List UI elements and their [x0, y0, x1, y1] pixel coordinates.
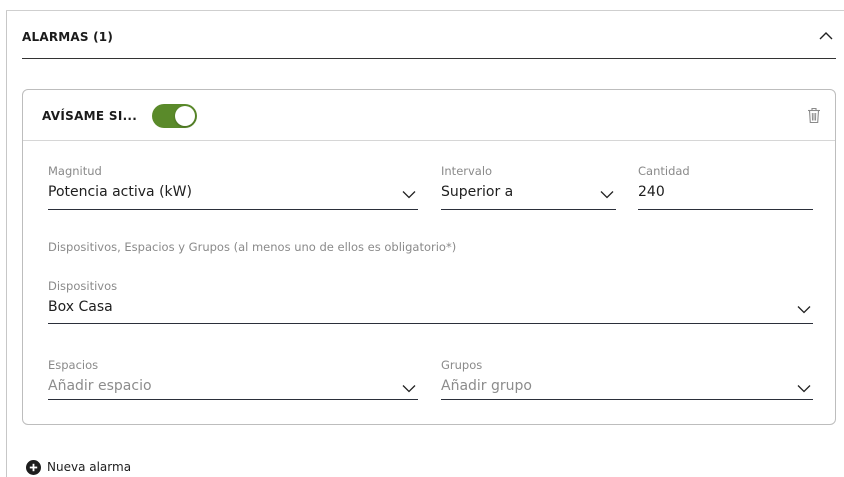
alarm-enabled-toggle[interactable]	[152, 104, 197, 128]
section-title: ALARMAS (1)	[22, 30, 114, 44]
alarms-section-header[interactable]: ALARMAS (1)	[22, 23, 836, 59]
cantidad-input[interactable]: Cantidad 240	[638, 164, 813, 210]
espacios-select[interactable]: Espacios Añadir espacio	[48, 358, 418, 400]
intervalo-underline	[441, 209, 616, 210]
chevron-down-icon[interactable]	[797, 305, 811, 314]
intervalo-value: Superior a	[441, 184, 514, 200]
panel-left-border	[6, 10, 7, 477]
chevron-down-icon[interactable]	[797, 384, 811, 393]
panel-top-border	[6, 10, 844, 11]
grupos-underline	[441, 399, 813, 400]
espacios-underline	[48, 399, 418, 400]
espacios-label: Espacios	[48, 358, 99, 372]
chevron-up-icon[interactable]	[818, 29, 834, 43]
alarms-panel: ALARMAS (1) AVÍSAME SI... Magnitud Poten…	[0, 0, 844, 477]
alarm-card-header: AVÍSAME SI...	[23, 90, 835, 141]
intervalo-select[interactable]: Intervalo Superior a	[441, 164, 616, 210]
chevron-down-icon[interactable]	[402, 190, 416, 199]
new-alarm-button[interactable]: Nueva alarma	[26, 459, 131, 475]
cantidad-value: 240	[638, 184, 665, 200]
cantidad-label: Cantidad	[638, 164, 690, 178]
espacios-placeholder: Añadir espacio	[48, 378, 152, 394]
alarm-card-title: AVÍSAME SI...	[42, 109, 138, 123]
trash-icon[interactable]	[807, 107, 821, 124]
magnitud-underline	[48, 209, 418, 210]
dispositivos-select[interactable]: Dispositivos Box Casa	[48, 279, 813, 324]
plus-circle-icon	[26, 459, 41, 475]
magnitud-value: Potencia activa (kW)	[48, 184, 192, 200]
grupos-select[interactable]: Grupos Añadir grupo	[441, 358, 813, 400]
cantidad-underline	[638, 209, 813, 210]
grupos-label: Grupos	[441, 358, 483, 372]
dispositivos-label: Dispositivos	[48, 279, 118, 293]
new-alarm-label: Nueva alarma	[47, 460, 132, 474]
magnitud-label: Magnitud	[48, 164, 102, 178]
chevron-down-icon[interactable]	[402, 384, 416, 393]
required-hint: Dispositivos, Espacios y Grupos (al meno…	[48, 240, 457, 254]
magnitud-select[interactable]: Magnitud Potencia activa (kW)	[48, 164, 418, 210]
intervalo-label: Intervalo	[441, 164, 493, 178]
toggle-knob	[175, 106, 195, 126]
dispositivos-value: Box Casa	[48, 299, 113, 315]
chevron-down-icon[interactable]	[600, 190, 614, 199]
grupos-placeholder: Añadir grupo	[441, 378, 532, 394]
alarm-card: AVÍSAME SI... Magnitud Potencia activa (…	[22, 89, 836, 425]
dispositivos-underline	[48, 323, 813, 324]
